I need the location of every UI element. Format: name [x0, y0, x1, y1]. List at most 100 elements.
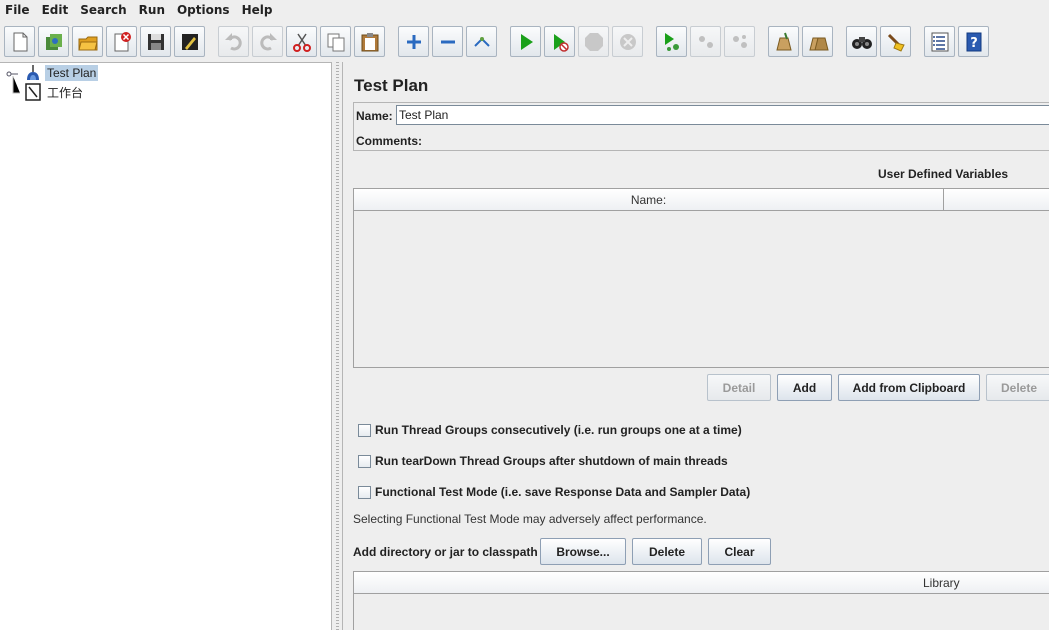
test-plan-panel: Test Plan Name: Test Plan Comments: User… [343, 62, 1049, 630]
function-helper-icon [931, 32, 948, 51]
remote-start-button[interactable] [656, 26, 687, 57]
redo-button[interactable] [252, 26, 283, 57]
cut-icon [292, 33, 311, 52]
split-divider[interactable] [333, 62, 342, 630]
tree-label: Test Plan [45, 65, 99, 81]
templates-icon [45, 33, 62, 50]
save-icon [147, 33, 164, 50]
column-header-library[interactable]: Library [354, 572, 1049, 594]
menu-options[interactable]: Options [171, 0, 236, 20]
start-no-pauses-icon [553, 33, 569, 52]
remote-shutdown-button[interactable] [724, 26, 755, 57]
detail-button[interactable]: Detail [707, 374, 771, 401]
teardown-option[interactable]: Run tearDown Thread Groups after shutdow… [358, 454, 728, 468]
close-icon [114, 31, 131, 51]
search-icon [851, 36, 872, 49]
new-icon [13, 32, 27, 51]
comments-label: Comments: [356, 134, 423, 148]
column-header-name[interactable]: Name: [354, 189, 944, 211]
menu-run[interactable]: Run [133, 0, 171, 20]
open-button[interactable] [72, 26, 103, 57]
tree-label: 工作台 [47, 85, 84, 100]
udv-title: User Defined Variables [878, 167, 1009, 181]
checkbox[interactable] [358, 485, 371, 499]
functional-test-mode-option[interactable]: Functional Test Mode (i.e. save Response… [358, 485, 750, 499]
templates-button[interactable] [38, 26, 69, 57]
shutdown-button[interactable] [612, 26, 643, 57]
tree-item-workbench[interactable]: 工作台 [24, 83, 85, 101]
workbench-icon [25, 83, 41, 101]
paste-button[interactable] [354, 26, 385, 57]
close-button[interactable] [106, 26, 137, 57]
performance-note: Selecting Functional Test Mode may adver… [353, 512, 707, 526]
browse-button[interactable]: Browse... [540, 538, 626, 565]
clear-button[interactable] [768, 26, 799, 57]
page-title: Test Plan [354, 76, 429, 95]
toggle-icon [473, 36, 490, 47]
add-from-clipboard-button[interactable]: Add from Clipboard [838, 374, 980, 401]
start-button[interactable] [510, 26, 541, 57]
classpath-delete-button[interactable]: Delete [632, 538, 702, 565]
shutdown-icon [619, 33, 636, 50]
help-button[interactable]: ? [958, 26, 989, 57]
tree-connector-icon [6, 71, 20, 94]
menu-help[interactable]: Help [236, 0, 279, 20]
collapse-icon [440, 40, 455, 43]
search-button[interactable] [846, 26, 877, 57]
remote-shutdown-icon [732, 34, 747, 48]
column-header-value[interactable] [944, 189, 1049, 211]
delete-button[interactable]: Delete [986, 374, 1049, 401]
start-icon [520, 33, 533, 50]
udv-table[interactable]: Name: [353, 188, 1049, 368]
clear-all-button[interactable] [802, 26, 833, 57]
comments-field[interactable] [422, 130, 1049, 150]
menu-file[interactable]: File [0, 0, 36, 20]
checkbox[interactable] [358, 423, 371, 437]
test-plan-icon [27, 65, 39, 80]
reset-search-icon [887, 33, 905, 52]
save-as-icon [181, 33, 198, 50]
menu-bar: File Edit Search Run Options Help [0, 0, 1049, 20]
save-button[interactable] [140, 26, 171, 57]
cut-button[interactable] [286, 26, 317, 57]
menu-search[interactable]: Search [74, 0, 132, 20]
open-icon [77, 36, 98, 50]
toggle-button[interactable] [466, 26, 497, 57]
clear-icon [775, 32, 792, 50]
stop-icon [584, 32, 603, 51]
stop-button[interactable] [578, 26, 609, 57]
new-button[interactable] [4, 26, 35, 57]
start-no-pauses-button[interactable] [544, 26, 575, 57]
expand-icon [406, 34, 421, 49]
copy-button[interactable] [320, 26, 351, 57]
undo-button[interactable] [218, 26, 249, 57]
function-helper-button[interactable] [924, 26, 955, 57]
copy-icon [327, 33, 344, 51]
svg-text:?: ? [970, 36, 978, 51]
checkbox-label: Run Thread Groups consecutively (i.e. ru… [375, 423, 742, 437]
classpath-clear-button[interactable]: Clear [708, 538, 771, 565]
checkbox-label: Functional Test Mode (i.e. save Response… [375, 485, 751, 499]
name-field[interactable]: Test Plan [396, 105, 1049, 125]
collapse-button[interactable] [432, 26, 463, 57]
tree-item-test-plan[interactable]: Test Plan [24, 64, 99, 82]
remote-stop-icon [698, 35, 713, 48]
toolbar: ? [0, 23, 1049, 61]
tree-panel: Test Plan 工作台 [0, 62, 332, 630]
library-table[interactable]: Library [353, 571, 1049, 630]
name-label: Name: [356, 109, 393, 123]
clear-all-icon [808, 37, 829, 50]
save-as-button[interactable] [174, 26, 205, 57]
reset-search-button[interactable] [880, 26, 911, 57]
remote-start-icon [664, 32, 679, 51]
menu-edit[interactable]: Edit [36, 0, 75, 20]
expand-button[interactable] [398, 26, 429, 57]
run-consecutively-option[interactable]: Run Thread Groups consecutively (i.e. ru… [358, 423, 742, 437]
checkbox-label: Run tearDown Thread Groups after shutdow… [375, 454, 728, 468]
classpath-label: Add directory or jar to classpath [353, 545, 538, 559]
add-button[interactable]: Add [777, 374, 832, 401]
checkbox[interactable] [358, 454, 371, 468]
help-icon: ? [966, 32, 981, 51]
remote-stop-button[interactable] [690, 26, 721, 57]
undo-icon [224, 32, 242, 50]
